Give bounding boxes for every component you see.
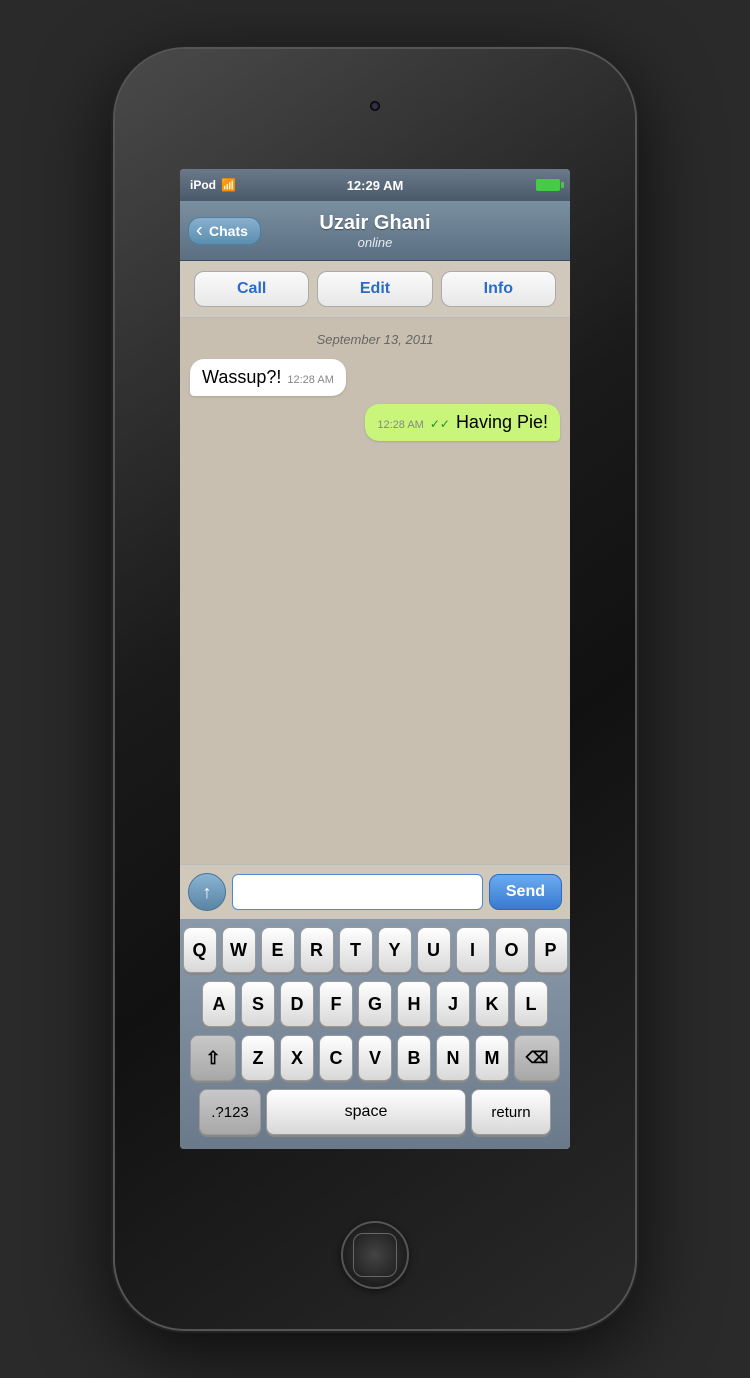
key-c[interactable]: C (319, 1035, 353, 1081)
status-time: 12:29 AM (347, 178, 404, 193)
numbers-key[interactable]: .?123 (199, 1089, 261, 1135)
key-q[interactable]: Q (183, 927, 217, 973)
back-button[interactable]: Chats (188, 217, 261, 245)
status-left: iPod 📶 (190, 178, 236, 192)
home-button[interactable] (341, 1221, 409, 1289)
action-buttons: Call Edit Info (180, 261, 570, 318)
keyboard-row-3: ⇧ Z X C V B N M ⌫ (184, 1035, 566, 1081)
key-s[interactable]: S (241, 981, 275, 1027)
key-v[interactable]: V (358, 1035, 392, 1081)
chat-area: September 13, 2011 Wassup?! 12:28 AM 12:… (180, 318, 570, 864)
keyboard-row-1: Q W E R T Y U I O P (184, 927, 566, 973)
device-wrapper: iPod 📶 12:29 AM Chats Uzair Ghani online (0, 0, 750, 1378)
keyboard[interactable]: Q W E R T Y U I O P A S D F G (180, 919, 570, 1149)
call-button[interactable]: Call (194, 271, 309, 307)
key-x[interactable]: X (280, 1035, 314, 1081)
home-button-inner (353, 1233, 397, 1277)
key-i[interactable]: I (456, 927, 490, 973)
key-m[interactable]: M (475, 1035, 509, 1081)
key-l[interactable]: L (514, 981, 548, 1027)
status-bar: iPod 📶 12:29 AM (180, 169, 570, 201)
contact-name: Uzair Ghani (319, 211, 430, 235)
send-button[interactable]: Send (489, 874, 562, 910)
key-e[interactable]: E (261, 927, 295, 973)
bubble-time-1: 12:28 AM (287, 374, 333, 386)
carrier-label: iPod (190, 178, 216, 192)
key-w[interactable]: W (222, 927, 256, 973)
checkmarks: ✓✓ (430, 417, 450, 431)
upload-icon: ↑ (203, 883, 212, 901)
device-shell: iPod 📶 12:29 AM Chats Uzair Ghani online (115, 49, 635, 1329)
key-n[interactable]: N (436, 1035, 470, 1081)
camera (370, 101, 380, 111)
bubble-outgoing: 12:28 AM ✓✓ Having Pie! (365, 404, 560, 441)
message-row-incoming: Wassup?! 12:28 AM (190, 359, 560, 396)
date-divider: September 13, 2011 (190, 332, 560, 347)
key-z[interactable]: Z (241, 1035, 275, 1081)
input-area: ↑ Send (180, 864, 570, 919)
key-o[interactable]: O (495, 927, 529, 973)
key-b[interactable]: B (397, 1035, 431, 1081)
keyboard-row-2: A S D F G H J K L (184, 981, 566, 1027)
space-key[interactable]: space (266, 1089, 466, 1135)
key-p[interactable]: P (534, 927, 568, 973)
status-right (536, 179, 560, 191)
battery-icon (536, 179, 560, 191)
key-j[interactable]: J (436, 981, 470, 1027)
key-y[interactable]: Y (378, 927, 412, 973)
nav-title-area: Uzair Ghani online (319, 211, 430, 250)
contact-status: online (319, 235, 430, 250)
key-t[interactable]: T (339, 927, 373, 973)
key-d[interactable]: D (280, 981, 314, 1027)
message-input[interactable] (232, 874, 483, 910)
bubble-incoming: Wassup?! 12:28 AM (190, 359, 346, 396)
shift-key[interactable]: ⇧ (190, 1035, 236, 1081)
key-a[interactable]: A (202, 981, 236, 1027)
nav-bar: Chats Uzair Ghani online (180, 201, 570, 261)
key-h[interactable]: H (397, 981, 431, 1027)
edit-button[interactable]: Edit (317, 271, 432, 307)
return-key[interactable]: return (471, 1089, 551, 1135)
delete-key[interactable]: ⌫ (514, 1035, 560, 1081)
back-button-label: Chats (209, 223, 248, 239)
bubble-text-2: Having Pie! (456, 412, 548, 433)
bubble-text-1: Wassup?! (202, 367, 281, 388)
key-r[interactable]: R (300, 927, 334, 973)
screen: iPod 📶 12:29 AM Chats Uzair Ghani online (180, 169, 570, 1149)
key-g[interactable]: G (358, 981, 392, 1027)
bubble-time-2: 12:28 AM (377, 419, 423, 431)
keyboard-row-4: .?123 space return (184, 1089, 566, 1135)
key-f[interactable]: F (319, 981, 353, 1027)
key-u[interactable]: U (417, 927, 451, 973)
info-button[interactable]: Info (441, 271, 556, 307)
voice-button[interactable]: ↑ (188, 873, 226, 911)
wifi-icon: 📶 (221, 178, 236, 192)
key-k[interactable]: K (475, 981, 509, 1027)
message-row-outgoing: 12:28 AM ✓✓ Having Pie! (190, 404, 560, 441)
